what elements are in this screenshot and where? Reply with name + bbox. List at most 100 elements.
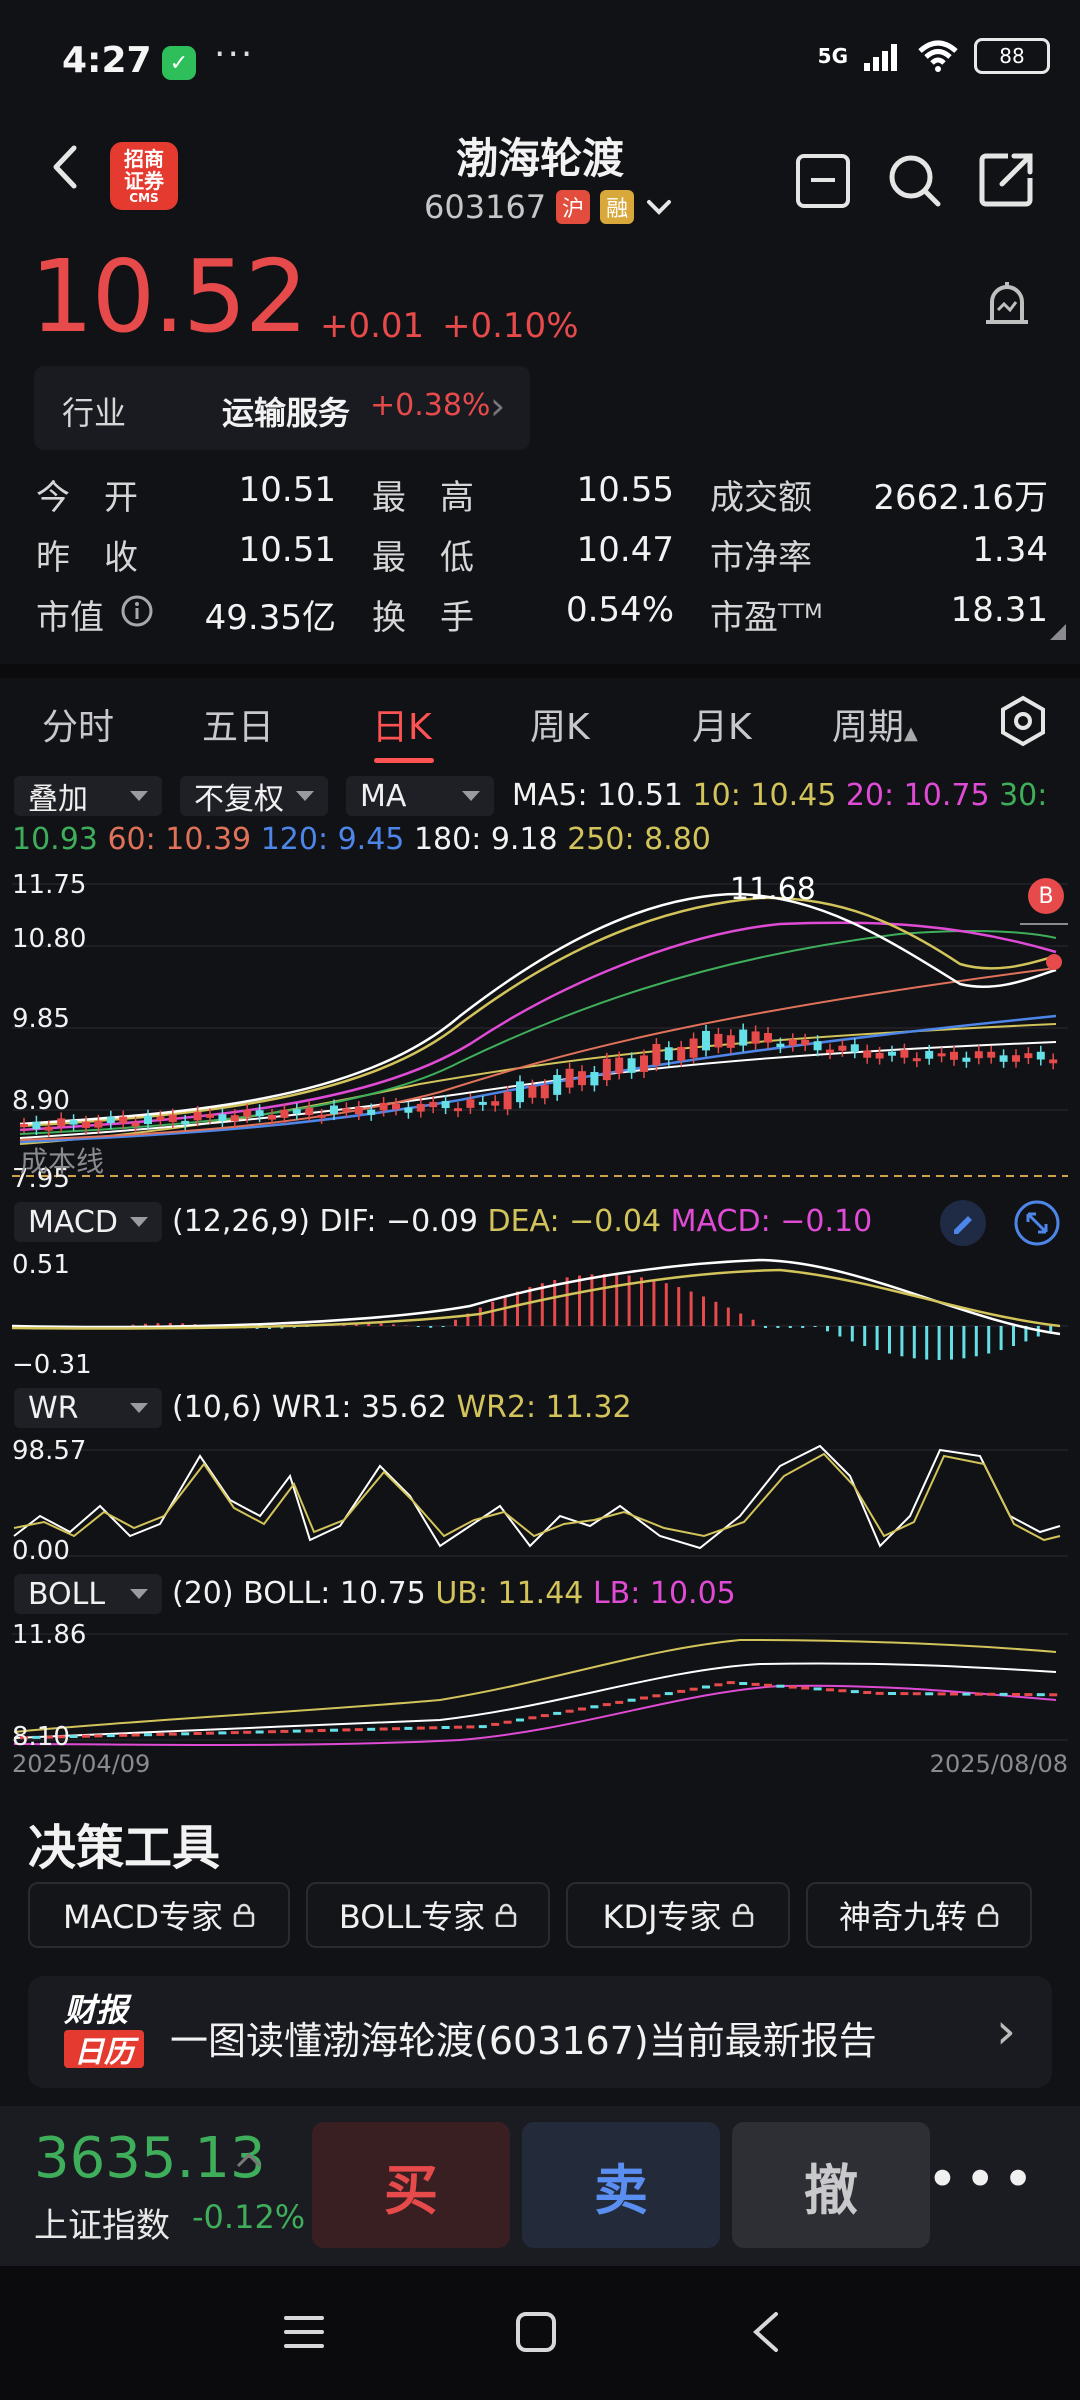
tab-intraday[interactable]: 分时 xyxy=(42,698,114,750)
expand-corner-icon[interactable] xyxy=(1048,622,1068,642)
macd-value: MACD: −0.10 xyxy=(670,1204,873,1239)
dropdown-icon xyxy=(296,791,314,801)
wr-chart[interactable]: 98.57 0.00 xyxy=(0,1436,1080,1566)
chevron-up-icon[interactable] xyxy=(234,2150,264,2170)
macd-dea: DEA: −0.04 xyxy=(487,1204,662,1239)
stat-open-label: 今 开 xyxy=(36,478,138,518)
industry-row[interactable]: 行业 运输服务 +0.38% › xyxy=(34,366,530,450)
adjust-label: 不复权 xyxy=(194,782,284,817)
macd-bar xyxy=(664,1283,668,1326)
status-time: 4:27 xyxy=(62,40,152,81)
macd-bar xyxy=(516,1291,519,1326)
macd-bar xyxy=(615,1274,619,1326)
boll-chart[interactable]: 11.86 8.10 2025/04/09 2025/08/08 xyxy=(0,1620,1080,1780)
boll-values: (20) BOLL: 10.75 UB: 11.44 LB: 10.05 xyxy=(172,1576,736,1611)
wifi-icon xyxy=(918,40,958,72)
boll-params: (20) xyxy=(172,1576,234,1611)
stock-header: 招商 证券 CMS 渤海轮渡 603167 沪 融 xyxy=(0,120,1080,230)
ma60-value: 60: 10.39 xyxy=(107,822,252,857)
sell-button[interactable]: 卖 xyxy=(522,2122,720,2248)
macd-bar xyxy=(602,1274,606,1326)
macd-bar xyxy=(900,1326,904,1357)
buy-marker-badge[interactable]: B xyxy=(1028,878,1064,914)
macd-y-top: 0.51 xyxy=(12,1250,70,1280)
tool-boll-expert[interactable]: BOLL专家 xyxy=(306,1882,550,1948)
tab-period-label: 周期 xyxy=(832,707,905,748)
kline-chart[interactable]: 11.75 10.80 9.85 8.90 7.95 11.68 成本线 B xyxy=(0,864,1080,1194)
stat-prev-close-value: 10.51 xyxy=(238,530,336,570)
current-price-dot xyxy=(1046,954,1062,970)
macd-bar xyxy=(813,1326,817,1327)
tool-magic-nine[interactable]: 神奇九转 xyxy=(806,1882,1032,1948)
section-divider xyxy=(0,664,1080,678)
tab-period[interactable]: 周期▲ xyxy=(832,698,918,750)
macd-select[interactable]: MACD xyxy=(14,1202,162,1242)
tab-five-day[interactable]: 五日 xyxy=(202,698,274,750)
ma120-value: 120: 9.45 xyxy=(260,822,405,857)
tab-monthly-k[interactable]: 月K xyxy=(692,698,752,750)
kline-grid xyxy=(12,883,1068,1111)
logo-text-bottom: CMS xyxy=(129,191,159,205)
buy-button[interactable]: 买 xyxy=(312,2122,510,2248)
minimize-icon[interactable] xyxy=(796,154,850,208)
home-icon[interactable] xyxy=(514,2310,558,2354)
boll-mid-value: BOLL: 10.75 xyxy=(243,1576,426,1611)
tool-label: KDJ专家 xyxy=(602,1898,722,1936)
boll-select[interactable]: BOLL xyxy=(14,1574,162,1614)
wr-select[interactable]: WR xyxy=(14,1388,162,1428)
macd-bar xyxy=(578,1275,581,1326)
search-icon[interactable] xyxy=(886,152,944,210)
index-change-pct: -0.12% xyxy=(192,2198,306,2236)
financial-report-banner[interactable]: 财报 日历 一图读懂渤海轮渡(603167)当前最新报告 › xyxy=(28,1976,1052,2088)
stock-code: 603167 xyxy=(424,188,547,226)
index-value[interactable]: 3635.13 xyxy=(34,2126,266,2191)
overlay-select[interactable]: 叠加 xyxy=(14,776,162,817)
macd-histogram xyxy=(20,1274,1053,1360)
macd-bar xyxy=(540,1283,544,1326)
macd-svg xyxy=(11,1258,1068,1360)
edit-pencil-icon[interactable] xyxy=(940,1200,986,1246)
info-icon[interactable] xyxy=(120,594,154,628)
tab-daily-k[interactable]: 日K xyxy=(372,698,432,750)
price-change-pct: +0.10% xyxy=(442,306,579,346)
macd-bar xyxy=(640,1277,643,1326)
stat-low-label: 最 低 xyxy=(372,538,474,578)
macd-label: MACD xyxy=(28,1204,118,1240)
macd-bar xyxy=(590,1274,594,1326)
stock-code-row[interactable]: 603167 沪 融 xyxy=(424,188,674,226)
tool-kdj-expert[interactable]: KDJ专家 xyxy=(566,1882,790,1948)
trade-bar: 3635.13 上证指数 -0.12% 买 卖 撤 ••• xyxy=(0,2106,1080,2266)
stat-pb-label: 市净率 xyxy=(710,538,812,578)
margin-tag: 融 xyxy=(600,190,635,224)
dropdown-icon xyxy=(130,1589,148,1599)
macd-bar xyxy=(999,1326,1003,1351)
macd-chart[interactable]: 0.51 −0.31 xyxy=(0,1250,1080,1380)
adjust-select[interactable]: 不复权 xyxy=(180,776,328,817)
price-alert-icon[interactable] xyxy=(978,274,1036,334)
menu-icon[interactable] xyxy=(282,2312,326,2352)
macd-bar xyxy=(850,1326,854,1342)
cost-line-label: 成本线 xyxy=(20,1145,105,1178)
wr-y-top: 98.57 xyxy=(12,1436,87,1466)
chart-period-tabs: 分时 五日 日K 周K 月K 周期▲ xyxy=(0,680,1080,770)
caret-up-icon: ▲ xyxy=(904,723,918,744)
cancel-order-button[interactable]: 撤 xyxy=(732,2122,930,2248)
macd-bar xyxy=(652,1279,656,1326)
more-menu-button[interactable]: ••• xyxy=(926,2148,1040,2211)
indicator-select[interactable]: MA xyxy=(346,776,494,816)
ma20-value: 20: 10.75 xyxy=(845,778,990,813)
indicator-label: MA xyxy=(360,778,407,814)
status-more: ··· xyxy=(214,34,255,75)
dropdown-icon xyxy=(462,791,480,801)
battery-icon: 88 xyxy=(974,38,1050,74)
nav-back-icon[interactable] xyxy=(748,2310,784,2354)
stat-open-value: 10.51 xyxy=(238,470,336,510)
stat-turnover-rate-label: 换 手 xyxy=(372,598,474,638)
tool-macd-expert[interactable]: MACD专家 xyxy=(28,1882,290,1948)
macd-y-bottom: −0.31 xyxy=(12,1350,92,1380)
chart-settings-icon[interactable] xyxy=(996,694,1050,748)
fullscreen-icon[interactable] xyxy=(1012,1198,1062,1248)
share-icon[interactable] xyxy=(978,150,1036,208)
macd-bar xyxy=(912,1326,916,1359)
tab-weekly-k[interactable]: 周K xyxy=(530,698,590,750)
